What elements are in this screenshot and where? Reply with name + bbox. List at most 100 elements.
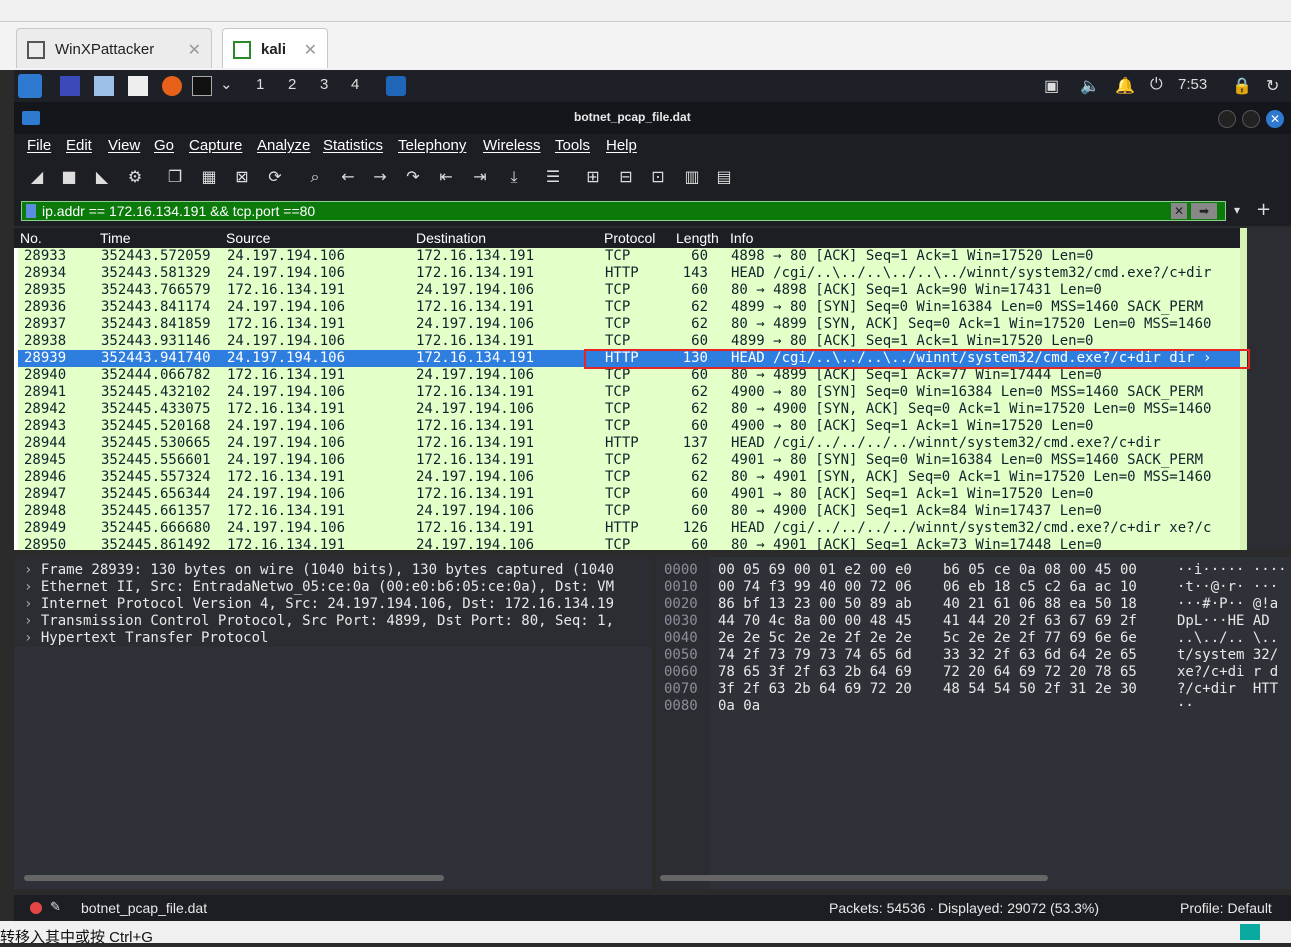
close-icon[interactable]: ✕	[188, 40, 201, 60]
workspace-2[interactable]: 2	[288, 76, 296, 93]
filter-dropdown-icon[interactable]: ▾	[1234, 203, 1240, 217]
packet-row[interactable]: 28947 352445.656344 24.197.194.106 172.16.1…	[18, 486, 1240, 503]
stop-capture-icon[interactable]: ■	[58, 166, 80, 188]
display-filter-input[interactable]: ip.addr == 172.16.134.191 && tcp.port ==…	[21, 201, 1226, 221]
packet-row[interactable]: 28944 352445.530665 24.197.194.106 172.16.1…	[18, 435, 1240, 452]
resize-columns-icon[interactable]: ▥	[679, 166, 705, 188]
go-to-packet-icon[interactable]: ↷	[402, 166, 424, 188]
go-back-icon[interactable]: ←	[337, 166, 359, 188]
packet-row[interactable]: 28945 352445.556601 24.197.194.106 172.16.1…	[18, 452, 1240, 469]
start-capture-icon[interactable]: ◢	[26, 166, 48, 188]
status-profile[interactable]: Profile: Default	[1180, 900, 1272, 916]
restart-capture-icon[interactable]: ◣	[91, 166, 113, 188]
logout-icon[interactable]: ↻	[1266, 76, 1279, 96]
packet-row[interactable]: 28934 352443.581329 24.197.194.106 172.16.1…	[18, 265, 1240, 282]
expand-arrow-icon[interactable]: ›	[24, 613, 41, 629]
last-packet-icon[interactable]: ⇥	[469, 166, 491, 188]
col-info[interactable]: Info	[730, 230, 753, 246]
kali-menu-icon[interactable]	[18, 74, 42, 98]
autoscroll-icon[interactable]: ⤓	[501, 166, 527, 188]
reload-file-icon[interactable]: ⟳	[264, 166, 286, 188]
show-desktop-icon[interactable]	[60, 76, 80, 96]
col-source[interactable]: Source	[226, 230, 270, 246]
packet-row[interactable]: 28950 352445.861492 172.16.134.191 24.197.1…	[18, 537, 1240, 550]
colorize-icon[interactable]: ☰	[540, 166, 566, 188]
col-length[interactable]: Length	[676, 230, 719, 246]
clock[interactable]: 7:53	[1178, 76, 1207, 93]
close-button[interactable]: ✕	[1266, 110, 1284, 128]
bookmark-icon[interactable]	[26, 204, 36, 218]
packet-row[interactable]: 28949 352445.666680 24.197.194.106 172.16.1…	[18, 520, 1240, 537]
menu-telephony[interactable]: Telephony	[398, 137, 466, 154]
clear-filter-icon[interactable]: ✕	[1171, 203, 1187, 219]
open-file-icon[interactable]: ❐	[164, 166, 186, 188]
power-icon[interactable]: ⏻	[1150, 76, 1163, 94]
menu-wireless[interactable]: Wireless	[483, 137, 541, 154]
menu-statistics[interactable]: Statistics	[323, 137, 383, 154]
text-editor-icon[interactable]	[128, 76, 148, 96]
menu-help[interactable]: Help	[606, 137, 637, 154]
menu-go[interactable]: Go	[154, 137, 174, 154]
expert-info-icon[interactable]	[30, 902, 42, 914]
add-filter-button-icon[interactable]: +	[1256, 199, 1271, 220]
capture-comment-icon[interactable]: ✎	[50, 899, 61, 915]
menu-analyze[interactable]: Analyze	[257, 137, 310, 154]
vm-tab-kali[interactable]: kali ✕	[222, 28, 328, 68]
apply-filter-icon[interactable]: ➡	[1191, 203, 1217, 219]
lock-icon[interactable]: 🔒	[1232, 76, 1252, 96]
col-no[interactable]: No.	[20, 230, 42, 246]
detail-tree-item[interactable]: › Transmission Control Protocol, Src Por…	[24, 613, 614, 630]
go-forward-icon[interactable]: →	[369, 166, 391, 188]
zoom-out-icon[interactable]: ⊟	[615, 166, 637, 188]
maximize-button[interactable]	[1242, 110, 1260, 128]
detail-tree-item[interactable]: › Ethernet II, Src: EntradaNetwo_05:ce:0…	[24, 579, 614, 596]
chevron-down-icon[interactable]: ⌄	[220, 75, 233, 93]
packet-minimap[interactable]	[1240, 228, 1247, 550]
menu-edit[interactable]: Edit	[66, 137, 92, 154]
hex-hscrollbar[interactable]	[660, 875, 1048, 881]
vm-indicator-icon[interactable]	[1240, 924, 1260, 940]
packet-row[interactable]: 28940 352444.066782 172.16.134.191 24.197.1…	[18, 367, 1240, 384]
packet-row[interactable]: 28937 352443.841859 172.16.134.191 24.197.1…	[18, 316, 1240, 333]
menu-file[interactable]: File	[27, 137, 51, 154]
detail-tree-item[interactable]: › Hypertext Transfer Protocol	[24, 630, 614, 647]
minimize-button[interactable]	[1218, 110, 1236, 128]
menu-view[interactable]: View	[108, 137, 140, 154]
packet-row[interactable]: 28943 352445.520168 24.197.194.106 172.16.1…	[18, 418, 1240, 435]
zoom-in-icon[interactable]: ⊞	[582, 166, 604, 188]
col-protocol[interactable]: Protocol	[604, 230, 655, 246]
volume-icon[interactable]: 🔈	[1080, 76, 1100, 96]
firefox-icon[interactable]	[162, 76, 182, 96]
detail-tree-item[interactable]: › Frame 28939: 130 bytes on wire (1040 b…	[24, 562, 614, 579]
first-packet-icon[interactable]: ⇤	[435, 166, 457, 188]
workspace-4[interactable]: 4	[351, 76, 359, 93]
details-hscrollbar[interactable]	[24, 875, 444, 881]
packet-row[interactable]: 28935 352443.766579 172.16.134.191 24.197.1…	[18, 282, 1240, 299]
packet-row[interactable]: 28942 352445.433075 172.16.134.191 24.197.1…	[18, 401, 1240, 418]
close-file-icon[interactable]: ⊠	[231, 166, 253, 188]
packet-row[interactable]: 28936 352443.841174 24.197.194.106 172.16.1…	[18, 299, 1240, 316]
column-preferences-icon[interactable]: ▤	[711, 166, 737, 188]
packet-row[interactable]: 28938 352443.931146 24.197.194.106 172.16.1…	[18, 333, 1240, 350]
packet-row[interactable]: 28946 352445.557324 172.16.134.191 24.197.1…	[18, 469, 1240, 486]
file-manager-icon[interactable]	[94, 76, 114, 96]
menu-tools[interactable]: Tools	[555, 137, 590, 154]
detail-tree-item[interactable]: › Internet Protocol Version 4, Src: 24.1…	[24, 596, 614, 613]
normal-size-icon[interactable]: ⊡	[647, 166, 669, 188]
menu-capture[interactable]: Capture	[189, 137, 242, 154]
expand-arrow-icon[interactable]: ›	[24, 596, 41, 612]
packet-row[interactable]: 28948 352445.661357 172.16.134.191 24.197.1…	[18, 503, 1240, 520]
workspace-1[interactable]: 1	[256, 76, 264, 93]
expand-arrow-icon[interactable]: ›	[24, 630, 41, 646]
col-time[interactable]: Time	[100, 230, 131, 246]
workspace-3[interactable]: 3	[320, 76, 328, 93]
bell-icon[interactable]: 🔔	[1115, 76, 1135, 96]
capture-options-icon[interactable]: ⚙	[124, 166, 146, 188]
find-packet-icon[interactable]: ⌕	[304, 166, 326, 188]
screen-icon[interactable]: ▣	[1044, 76, 1059, 96]
expand-arrow-icon[interactable]: ›	[24, 562, 41, 578]
save-file-icon[interactable]: ▦	[198, 166, 220, 188]
terminal-icon[interactable]	[192, 76, 212, 96]
wireshark-task-icon[interactable]	[386, 76, 406, 96]
close-icon[interactable]: ✕	[304, 40, 317, 60]
